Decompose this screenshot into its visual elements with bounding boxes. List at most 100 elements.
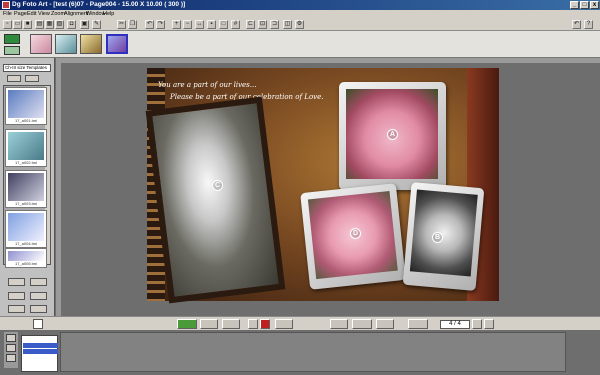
brush-icon[interactable]: ✎	[92, 20, 101, 29]
fit-page-icon[interactable]: □	[219, 20, 228, 29]
template-panel: Ch-III size Templates 17_a001.tmi 17_a00…	[0, 58, 55, 316]
align-left-icon[interactable]: ⊏	[246, 20, 255, 29]
tool-button[interactable]	[6, 354, 16, 362]
template-caption: 17_a003.tmi	[14, 201, 37, 206]
close-button[interactable]: x	[590, 1, 599, 9]
zoom-in-icon[interactable]: +	[172, 20, 181, 29]
layout-toggle-button[interactable]	[4, 34, 20, 44]
panel-action-button[interactable]	[30, 292, 47, 300]
caption-line-1: You are a part of our lives...	[158, 81, 257, 89]
print-icon[interactable]: ▤	[35, 20, 44, 29]
back-icon[interactable]: ↶	[572, 20, 581, 29]
save-icon[interactable]: ■	[23, 20, 32, 29]
bottom-panel-toolbox	[4, 332, 18, 368]
minimize-button[interactable]: _	[570, 1, 579, 9]
camera-icon[interactable]: ◘	[67, 20, 76, 29]
menu-bar: File Page Edit View Zoom Alignment Windo…	[0, 10, 600, 18]
color-button[interactable]	[248, 319, 258, 329]
bottom-panel	[0, 330, 600, 375]
title-bar: Dg Foto Art - [test (6)07 - Page004 - 15…	[0, 0, 600, 10]
menu-help[interactable]: Help	[103, 11, 114, 17]
undo-icon[interactable]: ↶	[145, 20, 154, 29]
text-button[interactable]	[275, 319, 293, 329]
photo-frame-c[interactable]	[145, 96, 286, 304]
panel-action-button[interactable]	[30, 305, 47, 313]
frame-button[interactable]	[200, 319, 218, 329]
panel-action-button[interactable]	[8, 278, 25, 286]
menu-edit[interactable]: Edit	[27, 11, 36, 17]
zoom-out-icon[interactable]: −	[183, 20, 192, 29]
template-caption: 17_a001.tmi	[14, 118, 37, 123]
actual-size-icon[interactable]: ▪	[207, 20, 216, 29]
rectangle-button[interactable]	[222, 319, 240, 329]
bottom-toolbar: 4 / 4	[0, 316, 600, 330]
template-item[interactable]: 17_a005.tmi	[5, 248, 47, 268]
window-title: Dg Foto Art - [test (6)07 - Page004 - 15…	[12, 1, 186, 8]
add-photo-button[interactable]	[177, 319, 197, 329]
menu-page[interactable]: Page	[14, 11, 27, 17]
list-item-selected[interactable]	[23, 349, 58, 354]
tool-button[interactable]	[6, 334, 16, 342]
list-item-selected[interactable]	[23, 343, 58, 348]
panel-action-button[interactable]	[8, 305, 25, 313]
marker-d[interactable]: D	[350, 228, 361, 239]
marker-a[interactable]: A	[387, 129, 398, 140]
menu-alignment[interactable]: Alignment	[64, 11, 88, 17]
template-strip	[0, 31, 600, 58]
app-icon[interactable]	[2, 1, 10, 9]
align-center-icon[interactable]: ⊡	[258, 20, 267, 29]
page-indicator: 4 / 4	[440, 320, 470, 329]
marker-c[interactable]: C	[212, 180, 223, 191]
preview-icon[interactable]: ◫	[283, 20, 292, 29]
align-right-icon[interactable]: ⊐	[270, 20, 279, 29]
copy-icon[interactable]: ❐	[128, 20, 137, 29]
template-item[interactable]: 17_a002.tmi	[5, 129, 47, 167]
menu-file[interactable]: File	[3, 11, 12, 17]
import-icon[interactable]: ▦	[45, 20, 54, 29]
template-item[interactable]: 17_a004.tmi	[5, 210, 47, 248]
grid-icon[interactable]: #	[231, 20, 240, 29]
view-list-button[interactable]	[25, 75, 39, 82]
page-prev-button[interactable]	[408, 319, 428, 329]
page-next-button[interactable]	[472, 319, 482, 329]
open-icon[interactable]: ▭	[13, 20, 22, 29]
mask-button[interactable]	[376, 319, 394, 329]
cut-icon[interactable]: ✂	[117, 20, 126, 29]
layout-mode-button[interactable]	[4, 46, 20, 55]
effects-button[interactable]	[352, 319, 372, 329]
template-thumb[interactable]	[30, 34, 52, 54]
new-icon[interactable]: ▫	[3, 20, 12, 29]
list-item[interactable]	[23, 337, 58, 342]
horizontal-ruler	[56, 58, 600, 63]
template-category-dropdown[interactable]: Ch-III size Templates	[3, 64, 51, 72]
output-area	[60, 332, 566, 372]
help-icon[interactable]: ?	[584, 20, 593, 29]
fit-width-icon[interactable]: ↔	[195, 20, 204, 29]
photo-b	[409, 189, 478, 277]
export-icon[interactable]: ▧	[55, 20, 64, 29]
view-grid-button[interactable]	[7, 75, 21, 82]
menu-view[interactable]: View	[38, 11, 50, 17]
settings-icon[interactable]: ⚙	[295, 20, 304, 29]
template-caption: 17_a005.tmi	[14, 261, 37, 266]
scanner-icon[interactable]: ▣	[80, 20, 89, 29]
page-last-button[interactable]	[484, 319, 494, 329]
template-item[interactable]: 17_a001.tmi	[5, 87, 47, 125]
status-icon[interactable]	[33, 319, 43, 329]
template-caption: 17_a004.tmi	[14, 241, 37, 246]
layer-button[interactable]	[330, 319, 348, 329]
panel-action-button[interactable]	[8, 292, 25, 300]
template-thumb[interactable]	[55, 34, 77, 54]
red-swatch-button[interactable]	[260, 319, 270, 329]
template-item[interactable]: 17_a003.tmi	[5, 170, 47, 208]
redo-icon[interactable]: ↷	[156, 20, 165, 29]
menu-zoom[interactable]: Zoom	[51, 11, 65, 17]
tool-button[interactable]	[6, 344, 16, 352]
template-thumb-selected[interactable]	[106, 34, 128, 54]
photo-frame-b[interactable]	[402, 182, 485, 291]
layer-list	[21, 335, 58, 372]
marker-b[interactable]: B	[432, 232, 443, 243]
template-thumb[interactable]	[80, 34, 102, 54]
maximize-button[interactable]: □	[580, 1, 589, 9]
panel-action-button[interactable]	[30, 278, 47, 286]
